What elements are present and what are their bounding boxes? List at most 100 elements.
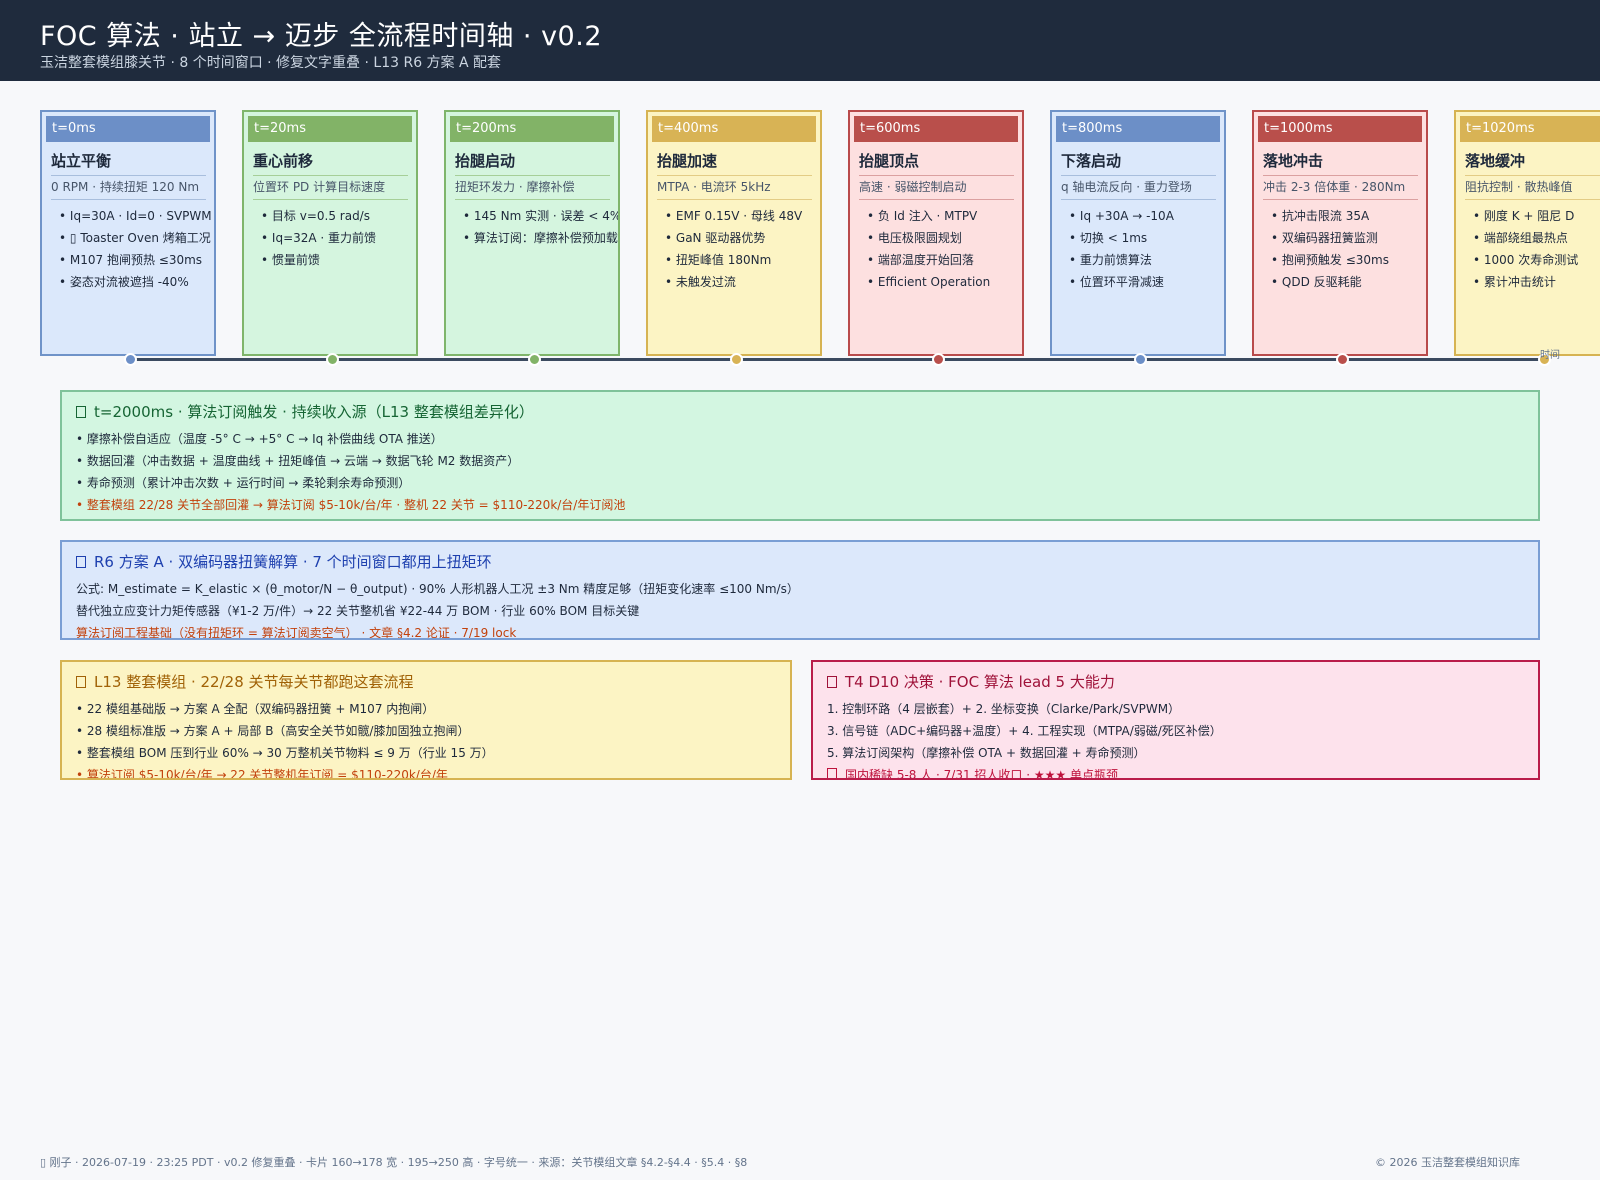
- card-list-item: 刚度 K + 阻尼 D: [1473, 205, 1600, 227]
- card-subtitle: MTPA · 电流环 5kHz: [657, 178, 812, 200]
- panel-line-highlight: 整套模组 22/28 关节全部回灌 → 算法订阅 $5-10k/台/年 · 整机…: [76, 494, 1524, 516]
- card-time-label: t=200ms: [450, 116, 614, 142]
- card-list-item: 1000 次寿命测试: [1473, 249, 1600, 271]
- card-list-item: 端部绕组最热点: [1473, 227, 1600, 249]
- warning-icon: [827, 768, 837, 778]
- panel-line: 整套模组 BOM 压到行业 60% → 30 万整机关节物料 ≤ 9 万（行业 …: [76, 742, 776, 764]
- panel-icon: [827, 676, 837, 688]
- panel-heading-row: t=2000ms · 算法订阅触发 · 持续收入源（L13 整套模组差异化）: [76, 401, 1524, 422]
- timeline-marker-t200: [528, 353, 541, 366]
- card-list-item: 负 Id 注入 · MTPV: [867, 205, 1022, 227]
- card-list-item: 目标 v=0.5 rad/s: [261, 205, 416, 227]
- timeline-card-t1000: t=1000ms 落地冲击 冲击 2-3 倍体重 · 280Nm 抗冲击限流 3…: [1252, 110, 1428, 356]
- card-subtitle: 冲击 2-3 倍体重 · 280Nm: [1263, 178, 1418, 200]
- panel-line: 28 模组标准版 → 方案 A + 局部 B（高安全关节如髋/膝加固独立抱闸）: [76, 720, 776, 742]
- card-list: 145 Nm 实测 · 误差 < 4% 算法订阅：摩擦补偿预加载: [463, 205, 618, 249]
- card-list-item: 电压极限圆规划: [867, 227, 1022, 249]
- timeline-card-t200: t=200ms 抬腿启动 扭矩环发力 · 摩擦补偿 145 Nm 实测 · 误差…: [444, 110, 620, 356]
- card-title: 抬腿启动: [455, 150, 610, 176]
- timeline-marker-t800: [1134, 353, 1147, 366]
- footer-copyright: © 2026 玉洁整套模组知识库: [1375, 1156, 1520, 1169]
- panel-line: 1. 控制环路（4 层嵌套）+ 2. 坐标变换（Clarke/Park/SVPW…: [827, 702, 1181, 716]
- card-list-item: 姿态对流被遮挡 -40%: [59, 271, 214, 293]
- card-title: 站立平衡: [51, 150, 206, 176]
- card-list-item: Iq +30A → -10A: [1069, 205, 1224, 227]
- card-list-item: GaN 驱动器优势: [665, 227, 820, 249]
- card-list-item: 累计冲击统计: [1473, 271, 1600, 293]
- panel-line: 3. 信号链（ADC+编码器+温度）+ 4. 工程实现（MTPA/弱磁/死区补偿…: [827, 724, 1222, 738]
- card-list: Iq=30A · Id=0 · SVPWM 输 ▯ Toaster Oven 烤…: [59, 205, 214, 293]
- card-list-item: 抗冲击限流 35A: [1271, 205, 1426, 227]
- l13-module-panel: L13 整套模组 · 22/28 关节每关节都跑这套流程 22 模组基础版 → …: [60, 660, 792, 780]
- panel-line: 5. 算法订阅架构（摩擦补偿 OTA + 数据回灌 + 寿命预测）: [827, 746, 1146, 760]
- panel-line-highlight: 算法订阅 $5-10k/台/年 → 22 关节整机年订阅 = $110-220k…: [76, 764, 776, 778]
- panel-line: 数据回灌（冲击数据 + 温度曲线 + 扭矩峰值 → 云端 → 数据飞轮 M2 数…: [76, 450, 1524, 472]
- panel-line: 替代独立应变计力矩传感器（¥1-2 万/件）→ 22 关节整机省 ¥22-44 …: [76, 604, 640, 618]
- panel-line-highlight: 算法订阅工程基础（没有扭矩环 = 算法订阅卖空气） · 文章 §4.2 论证 ·…: [76, 626, 517, 640]
- card-list: Iq +30A → -10A 切换 < 1ms 重力前馈算法 位置环平滑减速: [1069, 205, 1224, 293]
- card-list-item: 扭矩峰值 180Nm: [665, 249, 820, 271]
- panel-heading: T4 D10 决策 · FOC 算法 lead 5 大能力: [845, 673, 1115, 691]
- card-title: 落地缓冲: [1465, 150, 1600, 176]
- card-list-item: 重力前馈算法: [1069, 249, 1224, 271]
- timeline-card-t600: t=600ms 抬腿顶点 高速 · 弱磁控制启动 负 Id 注入 · MTPV …: [848, 110, 1024, 356]
- panel-line-text: 国内稀缺 5-8 人 · 7/31 招人收口 · ★★★ 单点瓶颈: [845, 768, 1118, 780]
- t4-decision-panel: T4 D10 决策 · FOC 算法 lead 5 大能力 1. 控制环路（4 …: [811, 660, 1540, 780]
- card-list-item: Iq=32A · 重力前馈: [261, 227, 416, 249]
- panel-heading: R6 方案 A · 双编码器扭簧解算 · 7 个时间窗口都用上扭矩环: [94, 553, 492, 571]
- card-time-label: t=800ms: [1056, 116, 1220, 142]
- panel-line: 摩擦补偿自适应（温度 -5° C → +5° C → Iq 补偿曲线 OTA 推…: [76, 428, 1524, 450]
- panel-icon: [76, 406, 86, 418]
- timeline-marker-t1000: [1336, 353, 1349, 366]
- card-list-item: 位置环平滑减速: [1069, 271, 1224, 293]
- card-list-item: QDD 反驱耗能: [1271, 271, 1426, 293]
- panel-heading: L13 整套模组 · 22/28 关节每关节都跑这套流程: [94, 673, 414, 691]
- card-title: 抬腿顶点: [859, 150, 1014, 176]
- axis-end-label: 时间: [1540, 350, 1560, 361]
- panel-icon: [76, 676, 86, 688]
- timeline-card-t400: t=400ms 抬腿加速 MTPA · 电流环 5kHz EMF 0.15V ·…: [646, 110, 822, 356]
- card-list: 目标 v=0.5 rad/s Iq=32A · 重力前馈 惯量前馈: [261, 205, 416, 271]
- subscription-panel: t=2000ms · 算法订阅触发 · 持续收入源（L13 整套模组差异化） 摩…: [60, 390, 1540, 521]
- card-list: EMF 0.15V · 母线 48V GaN 驱动器优势 扭矩峰值 180Nm …: [665, 205, 820, 293]
- card-list-item: 抱闸预触发 ≤30ms: [1271, 249, 1426, 271]
- card-list-item: 算法订阅：摩擦补偿预加载: [463, 227, 618, 249]
- card-subtitle: 位置环 PD 计算目标速度: [253, 178, 408, 200]
- card-time-label: t=0ms: [46, 116, 210, 142]
- card-list-item: 端部温度开始回落: [867, 249, 1022, 271]
- panel-heading-row: L13 整套模组 · 22/28 关节每关节都跑这套流程: [76, 671, 776, 692]
- card-list-item: M107 抱闸预热 ≤30ms: [59, 249, 214, 271]
- card-time-label: t=600ms: [854, 116, 1018, 142]
- footer-meta: ▯ 刚子 · 2026-07-19 · 23:25 PDT · v0.2 修复重…: [40, 1156, 748, 1169]
- timeline-marker-t0: [124, 353, 137, 366]
- card-title: 抬腿加速: [657, 150, 812, 176]
- card-subtitle: q 轴电流反向 · 重力登场: [1061, 178, 1216, 200]
- card-title: 落地冲击: [1263, 150, 1418, 176]
- card-subtitle: 0 RPM · 持续扭矩 120 Nm: [51, 178, 206, 200]
- timeline-card-t0: t=0ms 站立平衡 0 RPM · 持续扭矩 120 Nm Iq=30A · …: [40, 110, 216, 356]
- card-subtitle: 高速 · 弱磁控制启动: [859, 178, 1014, 200]
- r6-scheme-panel: R6 方案 A · 双编码器扭簧解算 · 7 个时间窗口都用上扭矩环 公式: M…: [60, 540, 1540, 640]
- panel-line: 公式: M_estimate = K_elastic × (θ_motor/N …: [76, 582, 799, 596]
- header-bar: FOC 算法 · 站立 → 迈步 全流程时间轴 · v0.2 玉洁整套模组膝关节…: [0, 0, 1600, 81]
- card-subtitle: 阻抗控制 · 散热峰值: [1465, 178, 1600, 200]
- timeline-marker-t400: [730, 353, 743, 366]
- card-title: 重心前移: [253, 150, 408, 176]
- timeline-axis: [130, 358, 1540, 361]
- card-list-item: Efficient Operation: [867, 271, 1022, 293]
- card-time-label: t=1000ms: [1258, 116, 1422, 142]
- timeline-card-t20: t=20ms 重心前移 位置环 PD 计算目标速度 目标 v=0.5 rad/s…: [242, 110, 418, 356]
- panel-heading-row: T4 D10 决策 · FOC 算法 lead 5 大能力: [827, 671, 1524, 692]
- card-list: 负 Id 注入 · MTPV 电压极限圆规划 端部温度开始回落 Efficien…: [867, 205, 1022, 293]
- timeline-marker-t600: [932, 353, 945, 366]
- card-time-label: t=20ms: [248, 116, 412, 142]
- timeline-card-t1020: t=1020ms 落地缓冲 阻抗控制 · 散热峰值 刚度 K + 阻尼 D 端部…: [1454, 110, 1600, 356]
- page-title: FOC 算法 · 站立 → 迈步 全流程时间轴 · v0.2: [40, 21, 602, 52]
- panel-line: 寿命预测（累计冲击次数 + 运行时间 → 柔轮剩余寿命预测）: [76, 472, 1524, 494]
- timeline-marker-t20: [326, 353, 339, 366]
- card-list-item: ▯ Toaster Oven 烤箱工况: [59, 227, 214, 249]
- card-list: 刚度 K + 阻尼 D 端部绕组最热点 1000 次寿命测试 累计冲击统计: [1473, 205, 1600, 293]
- card-list-item: EMF 0.15V · 母线 48V: [665, 205, 820, 227]
- panel-line-highlight: 国内稀缺 5-8 人 · 7/31 招人收口 · ★★★ 单点瓶颈: [827, 764, 1524, 780]
- card-list-item: Iq=30A · Id=0 · SVPWM 输: [59, 205, 214, 227]
